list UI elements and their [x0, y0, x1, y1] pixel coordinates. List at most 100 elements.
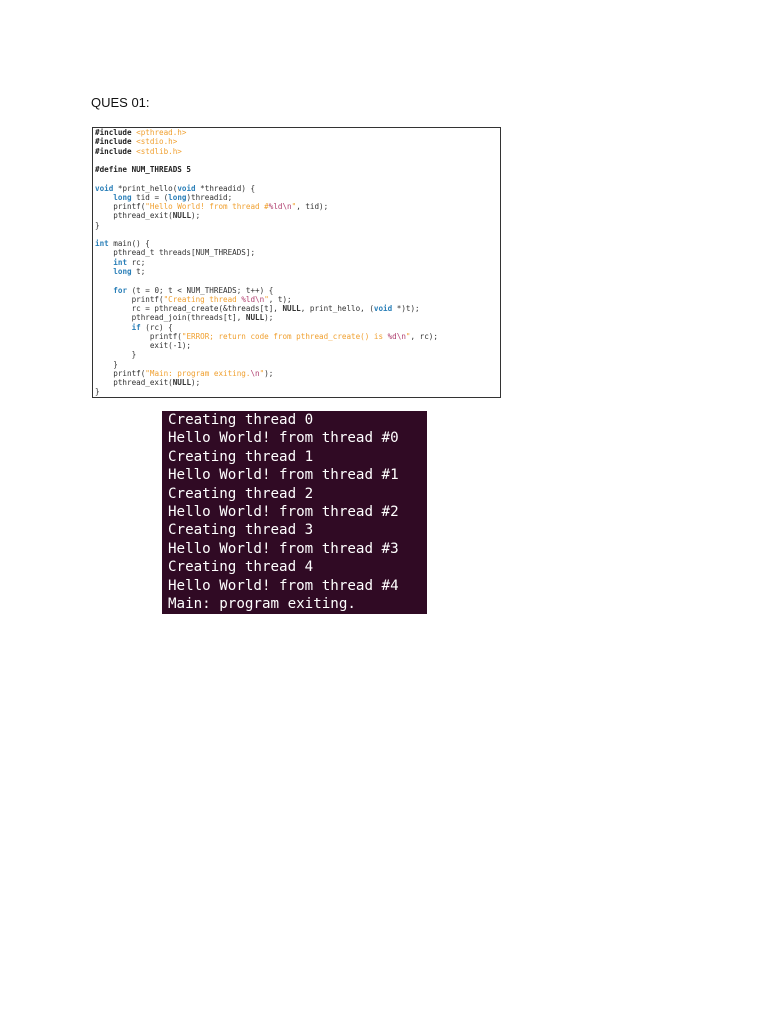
code-token: (rc) {	[140, 322, 173, 332]
code-token: #include	[95, 146, 137, 156]
code-token: )threadid;	[186, 192, 233, 202]
code-token: int	[95, 239, 109, 249]
code-line: void *print_hello(void *threadid) {	[95, 184, 500, 193]
code-token: long	[113, 266, 132, 276]
code-token: *print_hello(	[113, 183, 178, 193]
terminal-line: Creating thread 0	[168, 412, 314, 428]
code-screenshot: #include <pthread.h> #include <stdio.h> #i…	[92, 127, 501, 398]
code-token: <stdlib.h>	[136, 146, 182, 156]
code-line: #define NUM_THREADS 5	[95, 165, 500, 174]
code-token: );	[191, 378, 201, 388]
code-token: %ld	[268, 202, 283, 212]
code-token: NULL	[245, 313, 265, 323]
code-line: printf("Main: program exiting.\n");	[95, 369, 500, 378]
code-line: if (rc) {	[95, 323, 500, 332]
terminal-line: Creating thread 2	[168, 485, 314, 502]
code-token: printf(	[95, 331, 182, 341]
code-token: \n	[250, 368, 260, 378]
code-token: );	[191, 211, 201, 221]
code-token: long	[168, 192, 187, 202]
code-line: }	[95, 387, 500, 396]
terminal-line: Creating thread 4	[168, 559, 314, 576]
code-token: pthread_join(threads[t],	[95, 313, 246, 323]
terminal-line: Creating thread 3	[168, 522, 314, 539]
source-code: #include <pthread.h> #include <stdio.h> #i…	[95, 128, 500, 397]
code-line: pthread_exit(NULL);	[95, 211, 500, 220]
code-line: for (t = 0; t < NUM_THREADS; t++) {	[95, 286, 500, 295]
terminal-output-screenshot: Creating thread 0 Hello World! from threa…	[162, 411, 427, 614]
code-token: "Main: program exiting.	[145, 368, 251, 378]
code-token: );	[264, 313, 274, 323]
code-token: if	[131, 322, 141, 332]
code-token: , t);	[268, 294, 292, 304]
code-line: int main() {	[95, 239, 500, 248]
code-token: #include	[95, 128, 137, 137]
code-token: exit(-1);	[95, 341, 192, 351]
code-token: *threadid) {	[195, 183, 256, 193]
code-token: "Creating thread	[163, 294, 242, 304]
code-token: <stdio.h>	[136, 137, 178, 147]
code-line: exit(-1);	[95, 341, 500, 350]
code-line: }	[95, 360, 500, 369]
code-token: rc;	[127, 257, 146, 267]
code-line: rc = pthread_create(&threads[t], NULL, p…	[95, 304, 500, 313]
code-token: );	[264, 368, 274, 378]
code-token: int	[113, 257, 128, 267]
terminal-line: Main: program exiting.	[168, 596, 356, 613]
code-token: #include	[95, 137, 137, 147]
code-token: *)t);	[392, 304, 420, 314]
code-line: pthread_exit(NULL);	[95, 378, 500, 387]
terminal-line: Creating thread 1	[168, 448, 314, 465]
code-line: #include <stdlib.h>	[95, 147, 500, 156]
code-token: pthread_exit(	[95, 378, 173, 388]
code-token: \n	[282, 202, 292, 212]
code-token: void	[373, 304, 393, 314]
code-token: , print_hello, (	[300, 304, 374, 314]
code-line: long t;	[95, 267, 500, 276]
code-token: }	[95, 359, 118, 369]
code-line: printf("Creating thread %ld\n", t);	[95, 295, 500, 304]
code-line: pthread_t threads[NUM_THREADS];	[95, 248, 500, 257]
question-heading: QUES 01:	[91, 95, 150, 110]
code-token: pthread_t threads[NUM_THREADS];	[95, 248, 256, 258]
code-token: pthread_exit(	[95, 211, 173, 221]
terminal-line: Hello World! from thread #2	[168, 504, 399, 521]
code-token: t;	[131, 266, 146, 276]
terminal-line: Hello World! from thread #3	[168, 540, 399, 557]
code-token: (t = 0; t < NUM_THREADS; t++) {	[127, 285, 274, 295]
code-token: printf(	[95, 202, 146, 212]
code-token: rc = pthread_create(&threads[t],	[95, 304, 283, 314]
code-token: <pthread.h>	[136, 128, 187, 137]
code-line: }	[95, 221, 500, 230]
code-token: \n	[255, 294, 265, 304]
code-token: , rc);	[410, 331, 438, 341]
terminal-line: Hello World! from thread #1	[168, 467, 399, 484]
code-token: printf(	[95, 368, 146, 378]
code-token: printf(	[95, 294, 164, 304]
code-line: printf("Hello World! from thread #%ld\n"…	[95, 202, 500, 211]
terminal-line: Hello World! from thread #0	[168, 430, 399, 447]
code-line: }	[95, 350, 500, 359]
code-token: #define NUM_THREADS 5	[95, 165, 192, 175]
code-line: pthread_join(threads[t], NULL);	[95, 313, 500, 322]
code-token: %d	[387, 331, 397, 341]
code-token: "Hello World! from thread #	[145, 202, 269, 212]
code-token: , tid);	[296, 202, 329, 212]
code-token: }	[95, 350, 137, 360]
code-line: #include <pthread.h>	[95, 128, 500, 137]
code-token: tid = (	[131, 192, 169, 202]
code-token: NULL	[172, 211, 192, 221]
code-token: for	[113, 285, 128, 295]
code-token: \n	[396, 331, 406, 341]
code-token: "ERROR; return code from pthread_create(…	[181, 331, 388, 341]
code-token: %ld	[241, 294, 256, 304]
code-token: NULL	[282, 304, 301, 314]
